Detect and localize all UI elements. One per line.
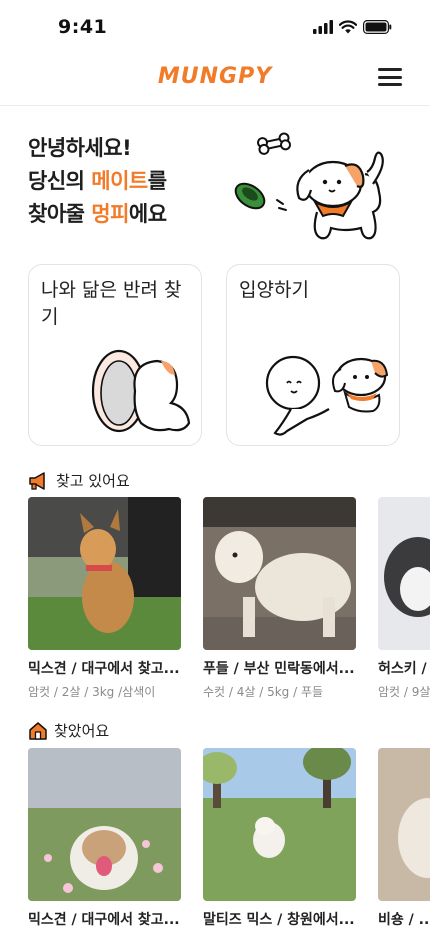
status-bar: 9:41	[0, 0, 430, 56]
adopt-title: 입양하기	[239, 279, 309, 301]
find-lookalike-card[interactable]: 나와 닮은 반려 찾기	[28, 264, 202, 446]
pet-title: 비숑 / ...	[378, 912, 430, 926]
dog-with-bowl-illustration	[234, 132, 384, 240]
pet-card[interactable]: 비숑 / ...	[378, 748, 430, 926]
pet-title: 믹스견 / 대구에서 찾고...	[28, 912, 180, 926]
dog-mirror-illustration	[91, 349, 191, 433]
bone-icon	[257, 132, 292, 155]
megaphone-icon	[29, 471, 45, 490]
pet-photo	[28, 748, 181, 901]
hero-line-3: 찾아줄 멍피에요	[28, 202, 167, 226]
pet-title: 허스키 / ...	[378, 661, 430, 677]
pet-title: 말티즈 믹스 / 창원에서...	[203, 912, 355, 926]
hero-line-1: 안녕하세요!	[28, 136, 132, 160]
hero-accent-mungpy: 멍피	[91, 202, 129, 226]
pet-photo	[378, 497, 430, 650]
app-logo[interactable]: MUNGPY	[0, 64, 430, 89]
section-header-searching: 찾고 있어요	[28, 470, 130, 491]
section-header-found: 찾았어요	[28, 720, 109, 741]
app-header: MUNGPY	[0, 56, 430, 106]
hero-greeting: 안녕하세요! 당신의 메이트를 찾아줄 멍피에요	[28, 132, 167, 231]
status-time: 9:41	[58, 16, 108, 38]
pet-photo	[203, 497, 356, 650]
found-list[interactable]: 믹스견 / 대구에서 찾고... 말티즈 믹스 / 창원에서... 비숑 / .	[28, 748, 430, 926]
menu-icon-bar	[378, 68, 402, 71]
pet-photo	[28, 497, 181, 650]
pet-meta: 수컷 / 4살 / 5kg / 푸들	[203, 685, 324, 699]
menu-icon-bar	[378, 83, 402, 86]
find-lookalike-title: 나와 닮은 반려 찾기	[41, 279, 182, 328]
section-title-searching: 찾고 있어요	[56, 472, 130, 490]
battery-icon	[363, 20, 392, 34]
person-with-dog-illustration	[265, 355, 389, 436]
section-title-found: 찾았어요	[54, 722, 110, 740]
pet-card[interactable]: 믹스견 / 대구에서 찾고... 암컷 / 2살 / 3kg /삼색이	[28, 497, 181, 700]
pet-meta: 암컷 / 9살 ...	[378, 685, 430, 699]
hero-line-2: 당신의 메이트를	[28, 169, 167, 193]
home-icon	[29, 722, 47, 740]
adopt-card[interactable]: 입양하기	[226, 264, 400, 446]
menu-icon-bar	[378, 75, 402, 79]
pet-meta: 암컷 / 2살 / 3kg /삼색이	[28, 685, 156, 699]
pet-card[interactable]: 말티즈 믹스 / 창원에서...	[203, 748, 356, 926]
dog-bowl-icon	[234, 182, 266, 210]
pet-photo	[378, 748, 430, 901]
pet-card[interactable]: 허스키 / ... 암컷 / 9살 ...	[378, 497, 430, 700]
status-icons	[313, 20, 392, 34]
pet-title: 푸들 / 부산 민락동에서...	[203, 661, 355, 677]
pet-card[interactable]: 믹스견 / 대구에서 찾고...	[28, 748, 181, 926]
menu-button[interactable]	[378, 66, 402, 88]
pet-photo	[203, 748, 356, 901]
pet-card[interactable]: 푸들 / 부산 민락동에서... 수컷 / 4살 / 5kg / 푸들	[203, 497, 356, 700]
searching-list[interactable]: 믹스견 / 대구에서 찾고... 암컷 / 2살 / 3kg /삼색이 푸들 /…	[28, 497, 430, 703]
signal-icon	[313, 20, 333, 34]
wifi-icon	[339, 20, 357, 34]
hero-accent-mate: 메이트	[91, 169, 148, 193]
pet-title: 믹스견 / 대구에서 찾고...	[28, 661, 180, 677]
